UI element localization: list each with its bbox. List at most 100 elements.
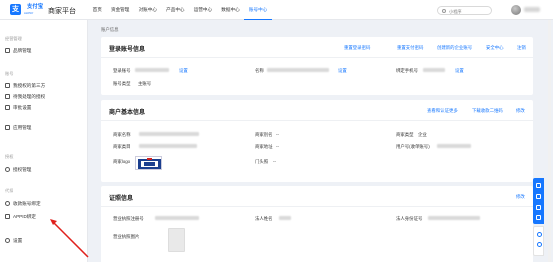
scrollbar[interactable] (548, 20, 551, 262)
sidebar-group-auth: 授权 (5, 154, 14, 159)
sidebar-item-app-management[interactable]: 应用管理 (5, 123, 85, 132)
download-qr-link[interactable]: 下载收款二维码 (472, 108, 503, 114)
license-number-label: 营业执照注册号 (113, 216, 144, 221)
search-box[interactable] (437, 6, 492, 15)
alipay-logo[interactable]: 支 支付宝 ALIPAY (10, 4, 47, 15)
refresh-icon[interactable] (537, 232, 542, 237)
sidebar-item-label: APPID绑定 (13, 213, 36, 219)
sidebar-group-business: 经营管理 (5, 36, 22, 41)
nav-funds[interactable]: 资金管理 (106, 0, 134, 20)
nav-account[interactable]: 账号中心 (244, 0, 272, 20)
login-account-card: 登录账号信息 重置登录密码 重置支付密码 创建新的企业账号 安全中心 注销 登录… (101, 37, 533, 95)
window-icon (5, 83, 10, 88)
divider (101, 206, 533, 207)
sidebar-item-auth-management[interactable]: 授权管理 (5, 165, 85, 174)
sidebar-item-remit-binding[interactable]: 收款账号绑定 (5, 199, 85, 208)
legal-id-label: 法人身份证号 (396, 216, 423, 221)
login-account-label: 登录账号 (113, 68, 131, 73)
merchant-address-value: -- (276, 144, 279, 149)
merchant-logo-image[interactable] (135, 156, 162, 170)
merchant-category-redacted (139, 144, 197, 148)
storefront-photo-value: -- (273, 159, 276, 164)
main-nav: 首页 资金管理 对账中心 产品中心 运营中心 数据中心 账号中心 (88, 0, 272, 20)
grid-icon (5, 48, 10, 53)
merchant-logo-graphic (138, 158, 161, 169)
top-navbar: 支 支付宝 ALIPAY 商家平台 首页 资金管理 对账中心 产品中心 运营中心… (0, 0, 553, 20)
divider (101, 57, 533, 58)
account-type-label: 账号类型 (113, 81, 131, 86)
nav-reconcile[interactable]: 对账中心 (134, 0, 162, 20)
merchant-address-label: 商家地址 (255, 144, 273, 149)
sidebar-item-label: 收款账号绑定 (13, 200, 41, 206)
merchant-info-card: 商户基本信息 查看和认证更多 下载收款二维码 修改 商家名称 商家别名 -- 商… (101, 100, 533, 182)
sidebar-item-label: 设置 (13, 237, 23, 243)
sidebar-item-label: 我授权的第三方 (13, 82, 46, 88)
login-account-set-link[interactable]: 设置 (179, 68, 188, 74)
phone-label: 绑定手机号 (396, 68, 418, 73)
reset-login-password-link[interactable]: 重置登录密码 (344, 45, 370, 51)
sidebar-item-label: 品牌管理 (13, 47, 32, 53)
nav-data[interactable]: 数据中心 (217, 0, 245, 20)
name-set-link[interactable]: 设置 (338, 68, 347, 74)
sidebar-item-third-party[interactable]: 我授权的第三方 (5, 81, 85, 90)
license-image-thumbnail[interactable] (168, 228, 185, 252)
sidebar-item-label: 授权管理 (13, 166, 32, 172)
logo-sub: ALIPAY (24, 10, 34, 15)
sidebar-item-pending-auth[interactable]: 待我处理的授权 (5, 92, 85, 101)
lock-icon (5, 214, 10, 219)
document-icon[interactable] (536, 215, 541, 220)
edit-certificate-link[interactable]: 修改 (516, 194, 525, 200)
security-center-link[interactable]: 安全中心 (486, 45, 504, 51)
user-name-redacted[interactable] (524, 7, 540, 12)
storefront-photo-label: 门头照 (255, 159, 269, 164)
card-title: 证照信息 (109, 196, 134, 202)
window-icon (5, 94, 10, 99)
feedback-icon[interactable] (536, 194, 541, 199)
card-title: 商户基本信息 (109, 110, 146, 116)
avatar[interactable] (511, 5, 521, 15)
certificate-card: 证照信息 修改 营业执照注册号 法人姓名 法人身份证号 营业执照图片 (101, 186, 533, 262)
login-account-value-redacted (135, 68, 169, 72)
nav-home[interactable]: 首页 (88, 0, 106, 20)
phone-icon[interactable] (536, 205, 541, 210)
phone-set-link[interactable]: 设置 (455, 68, 464, 74)
merchant-category-label: 商家类目 (113, 144, 131, 149)
nav-products[interactable]: 产品中心 (162, 0, 190, 20)
sidebar-item-brand[interactable]: 品牌管理 (5, 46, 85, 55)
search-input[interactable] (449, 8, 489, 14)
reset-pay-password-link[interactable]: 重置支付密码 (397, 45, 423, 51)
platform-title: 商家平台 (48, 7, 76, 15)
create-enterprise-account-link[interactable]: 创建新的企业账号 (437, 45, 472, 51)
search-icon (442, 8, 446, 13)
view-more-certs-link[interactable]: 查看和认证更多 (427, 108, 458, 114)
back-to-top-icon[interactable] (537, 242, 542, 247)
sidebar-item-approval[interactable]: 审批设置 (5, 103, 85, 112)
pid-label: 用户号(收单账号) (396, 144, 430, 149)
link-icon (5, 201, 10, 206)
sidebar-item-label: 应用管理 (13, 124, 32, 130)
account-type-value: 主账号 (138, 81, 152, 86)
merchant-type-value: 企业 (418, 132, 427, 137)
merchant-logo-label: 商家logo (113, 159, 131, 164)
gear-icon (5, 238, 10, 243)
merchant-alias-value: -- (276, 132, 279, 137)
deregister-link[interactable]: 注销 (517, 45, 526, 51)
breadcrumb: 账户信息 (101, 27, 119, 32)
key-icon (5, 167, 10, 172)
nav-operations[interactable]: 运营中心 (189, 0, 217, 20)
pid-value-redacted (437, 144, 471, 148)
phone-value-redacted (423, 68, 445, 72)
alipay-logo-mark: 支 (10, 4, 21, 15)
sidebar-item-appid-binding[interactable]: APPID绑定 (5, 212, 85, 221)
merchant-name-label: 商家名称 (113, 132, 131, 137)
sidebar-group-withhold: 代扣 (5, 188, 14, 193)
sidebar-item-settings[interactable]: 设置 (5, 236, 85, 245)
license-image-label: 营业执照图片 (113, 234, 140, 239)
name-label: 名称 (255, 68, 264, 73)
floating-service-bar[interactable] (533, 178, 544, 224)
edit-merchant-link[interactable]: 修改 (516, 108, 525, 114)
merchant-name-redacted (139, 132, 199, 136)
sidebar-group-account: 账号 (5, 71, 14, 76)
floating-tools-bar[interactable] (533, 226, 544, 256)
chat-icon[interactable] (536, 183, 541, 188)
